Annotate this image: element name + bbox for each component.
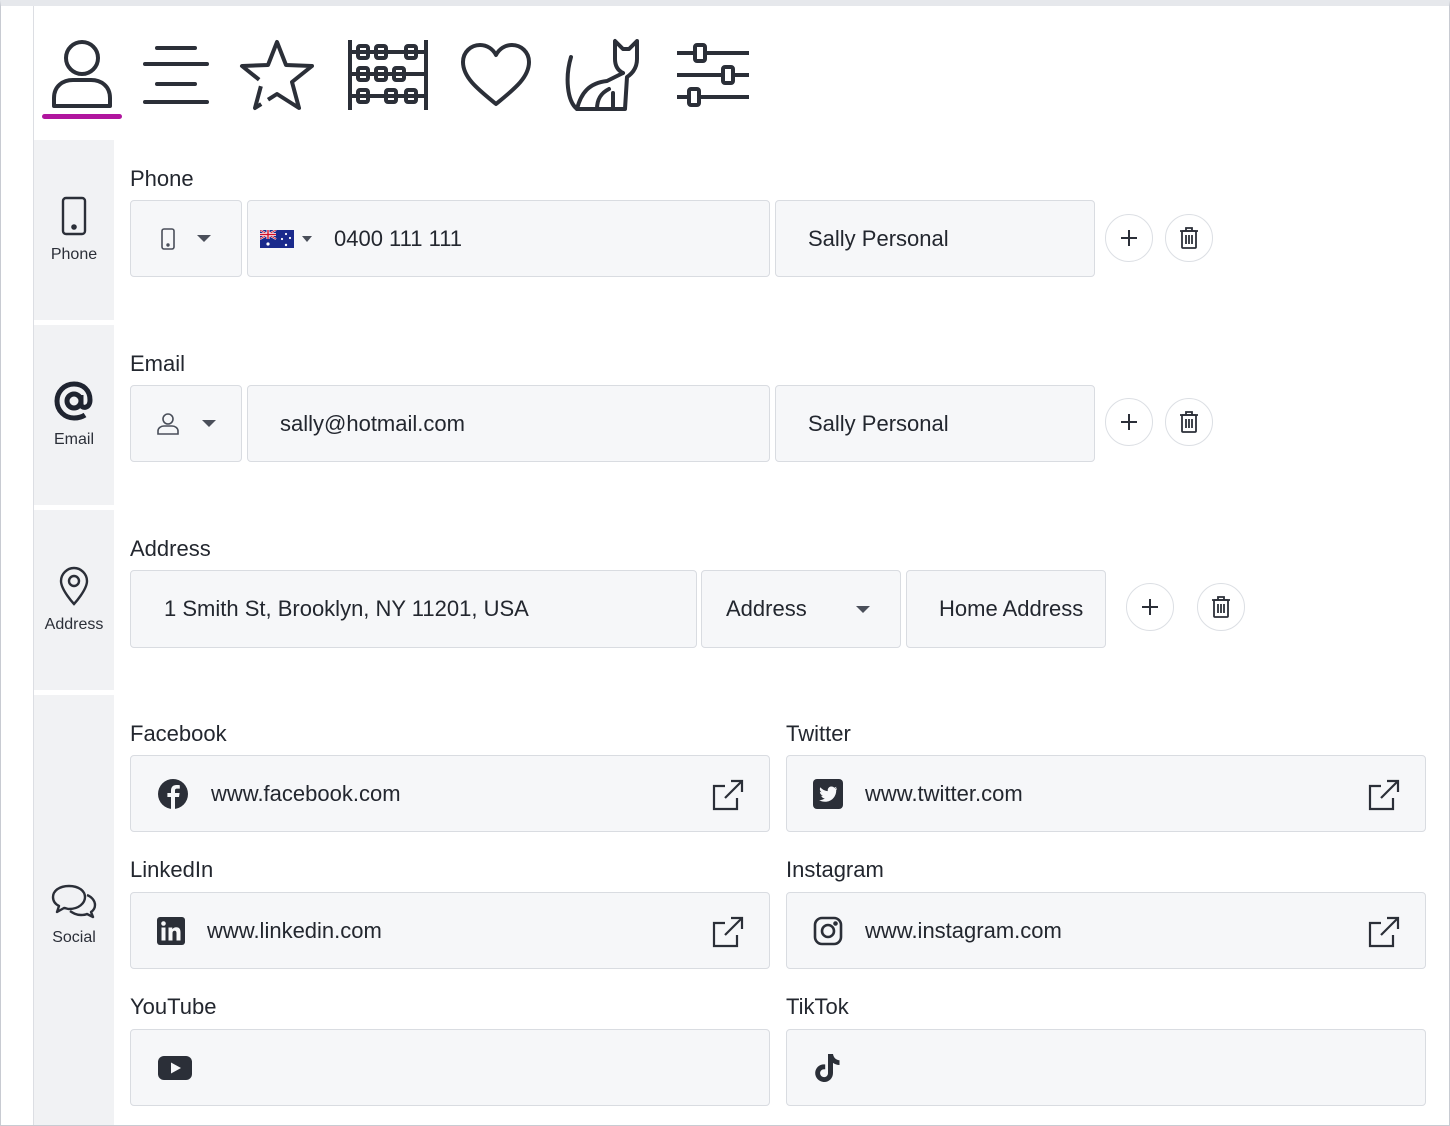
tab-contact[interactable] (42, 30, 122, 120)
delete-email-button[interactable] (1165, 398, 1213, 446)
add-phone-button[interactable] (1105, 214, 1153, 262)
address-section-title: Address (130, 536, 211, 561)
australia-flag-icon (260, 229, 294, 248)
star-icon (240, 40, 314, 110)
tab-bar (34, 12, 1444, 140)
at-sign-icon (54, 381, 93, 421)
instagram-url: www.instagram.com (865, 917, 1062, 943)
left-gutter (1, 6, 34, 1125)
sidenav-address-label: Address (44, 616, 104, 633)
instagram-icon (813, 916, 843, 945)
chevron-down-icon (302, 235, 312, 242)
phone-tag-value: Sally Personal (808, 225, 949, 251)
heart-icon (461, 43, 531, 106)
tiktok-field[interactable] (786, 1029, 1426, 1106)
app-window: Phone Email Address Social Phone 0400 11… (0, 0, 1450, 1126)
email-section-title: Email (130, 351, 186, 376)
tab-counters[interactable] (344, 30, 432, 120)
trash-icon (1180, 411, 1198, 433)
cat-icon (565, 39, 639, 111)
sidenav-email[interactable]: Email (34, 325, 114, 505)
address-value: 1 Smith St, Brooklyn, NY 11201, USA (164, 596, 529, 621)
mobile-phone-icon (61, 196, 87, 236)
sliders-icon (677, 43, 749, 107)
phone-section-title: Phone (130, 166, 194, 191)
phone-type-select[interactable] (130, 200, 242, 277)
facebook-field[interactable]: www.facebook.com (130, 755, 770, 832)
phone-tag-field[interactable]: Sally Personal (775, 200, 1095, 277)
address-type-value: Address (726, 596, 807, 621)
facebook-url: www.facebook.com (211, 780, 401, 806)
address-tag-field[interactable]: Home Address (906, 570, 1106, 648)
sidenav-email-label: Email (53, 431, 94, 448)
sidenav-phone[interactable]: Phone (34, 140, 114, 320)
linkedin-icon (157, 916, 185, 945)
mobile-phone-icon (161, 227, 175, 250)
chevron-down-icon (197, 235, 211, 242)
facebook-icon (158, 778, 188, 809)
tab-favourites[interactable] (236, 30, 318, 120)
twitter-field[interactable]: www.twitter.com (786, 755, 1426, 832)
plus-icon (1121, 414, 1137, 430)
chat-bubbles-icon (51, 884, 97, 919)
linkedin-url: www.linkedin.com (207, 917, 382, 943)
instagram-label: Instagram (786, 857, 884, 882)
external-link-icon[interactable] (711, 915, 745, 949)
lines-icon (143, 46, 209, 104)
delete-address-button[interactable] (1197, 583, 1245, 631)
facebook-label: Facebook (130, 721, 227, 746)
plus-icon (1142, 599, 1158, 615)
email-address-value: sally@hotmail.com (280, 410, 465, 436)
plus-icon (1121, 230, 1137, 246)
country-code-select[interactable] (260, 229, 312, 248)
sidenav-social-label: Social (52, 929, 96, 946)
linkedin-field[interactable]: www.linkedin.com (130, 892, 770, 969)
external-link-icon[interactable] (1367, 778, 1401, 812)
sidenav-social[interactable]: Social (34, 695, 114, 1125)
add-email-button[interactable] (1105, 398, 1153, 446)
active-tab-indicator (42, 114, 122, 119)
tab-pets[interactable] (562, 30, 646, 120)
sidenav-phone-label: Phone (50, 246, 98, 263)
abacus-icon (348, 40, 428, 110)
trash-icon (1212, 596, 1230, 618)
twitter-url: www.twitter.com (865, 780, 1023, 806)
instagram-field[interactable]: www.instagram.com (786, 892, 1426, 969)
tab-likes[interactable] (458, 30, 534, 120)
email-type-select[interactable] (130, 385, 242, 462)
twitter-label: Twitter (786, 721, 851, 746)
chevron-down-icon (202, 420, 216, 427)
external-link-icon[interactable] (711, 778, 745, 812)
youtube-field[interactable] (130, 1029, 770, 1106)
tiktok-label: TikTok (786, 994, 849, 1019)
youtube-icon (158, 1055, 192, 1080)
chevron-down-icon (856, 605, 870, 613)
address-field[interactable]: 1 Smith St, Brooklyn, NY 11201, USA (130, 570, 697, 648)
twitter-icon (813, 778, 843, 809)
email-address-field[interactable]: sally@hotmail.com (247, 385, 770, 462)
trash-icon (1180, 227, 1198, 249)
phone-number-value: 0400 111 111 (334, 225, 463, 251)
sidenav-address[interactable]: Address (34, 510, 114, 690)
address-type-select[interactable]: Address (701, 570, 901, 648)
user-icon (52, 40, 112, 108)
email-tag-field[interactable]: Sally Personal (775, 385, 1095, 462)
email-tag-value: Sally Personal (808, 410, 949, 436)
youtube-label: YouTube (130, 994, 217, 1019)
add-address-button[interactable] (1126, 583, 1174, 631)
tab-notes[interactable] (140, 30, 212, 120)
address-tag-value: Home Address (939, 596, 1084, 621)
tiktok-icon (815, 1053, 840, 1082)
delete-phone-button[interactable] (1165, 214, 1213, 262)
linkedin-label: LinkedIn (130, 857, 214, 882)
location-pin-icon (59, 566, 89, 606)
phone-number-field[interactable]: 0400 111 111 (247, 200, 770, 277)
external-link-icon[interactable] (1367, 915, 1401, 949)
tab-settings[interactable] (674, 30, 752, 120)
user-icon (157, 412, 179, 435)
